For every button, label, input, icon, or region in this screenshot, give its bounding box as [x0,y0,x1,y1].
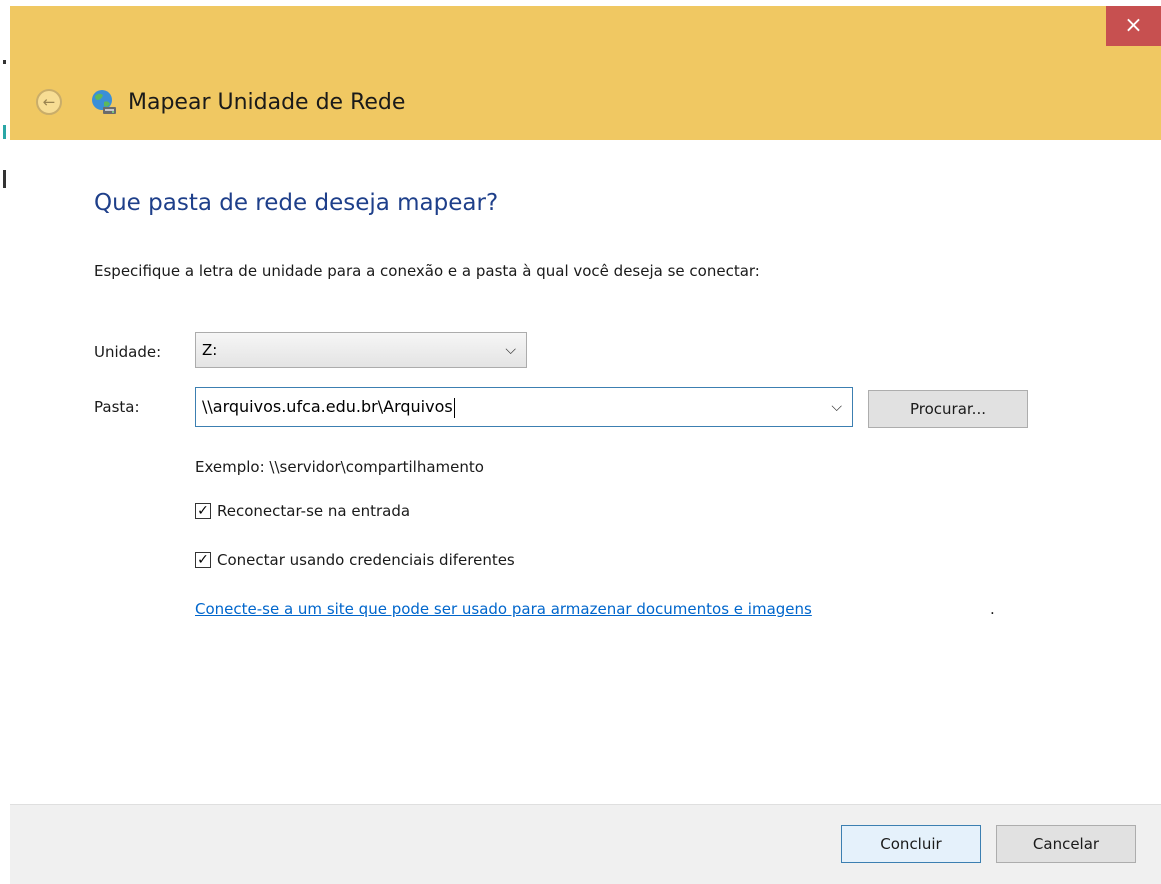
network-drive-icon [92,90,116,114]
dialog-footer: Concluir Cancelar [10,804,1161,884]
credentials-checkbox[interactable]: ✓ [195,551,211,568]
page-heading: Que pasta de rede deseja mapear? [94,190,499,216]
browse-button[interactable]: Procurar... [868,390,1028,428]
reconnect-checkbox[interactable]: ✓ [195,502,211,519]
link-period: . [990,600,995,618]
drive-select[interactable]: Z: ⌵ [195,332,527,368]
cancel-button[interactable]: Cancelar [996,825,1136,863]
window-title: Mapear Unidade de Rede [128,90,406,115]
folder-label: Pasta: [94,398,140,416]
close-button[interactable]: × [1106,6,1161,46]
folder-input[interactable]: \\arquivos.ufca.edu.br\Arquivos ⌵ [195,387,853,427]
reconnect-label[interactable]: Reconectar-se na entrada [217,502,410,520]
background-strip [0,0,10,884]
text-caret [453,397,455,418]
dialog-content: Que pasta de rede deseja mapear? Especif… [10,140,1161,804]
chevron-down-icon: ⌵ [505,342,516,358]
map-network-drive-window: × ← Mapear Unidade de Rede Que pasta de … [10,6,1161,884]
chevron-down-icon[interactable]: ⌵ [831,388,842,426]
connect-site-link[interactable]: Conecte-se a um site que pode ser usado … [195,600,812,618]
back-button[interactable]: ← [36,89,62,115]
drive-label: Unidade: [94,343,162,361]
credentials-label[interactable]: Conectar usando credenciais diferentes [217,551,515,569]
folder-input-value: \\arquivos.ufca.edu.br\Arquivos [202,397,453,416]
back-arrow-icon: ← [42,93,56,111]
background-mark [3,125,6,139]
example-hint: Exemplo: \\servidor\compartilhamento [195,458,484,476]
credentials-option[interactable]: ✓ Conectar usando credenciais diferentes [195,549,515,569]
drive-select-value: Z: [202,341,218,359]
background-mark [3,60,6,64]
instruction-text: Especifique a letra de unidade para a co… [94,262,760,280]
reconnect-option[interactable]: ✓ Reconectar-se na entrada [195,500,410,520]
background-mark [3,170,6,188]
close-icon: × [1124,13,1143,38]
finish-button[interactable]: Concluir [841,825,981,863]
